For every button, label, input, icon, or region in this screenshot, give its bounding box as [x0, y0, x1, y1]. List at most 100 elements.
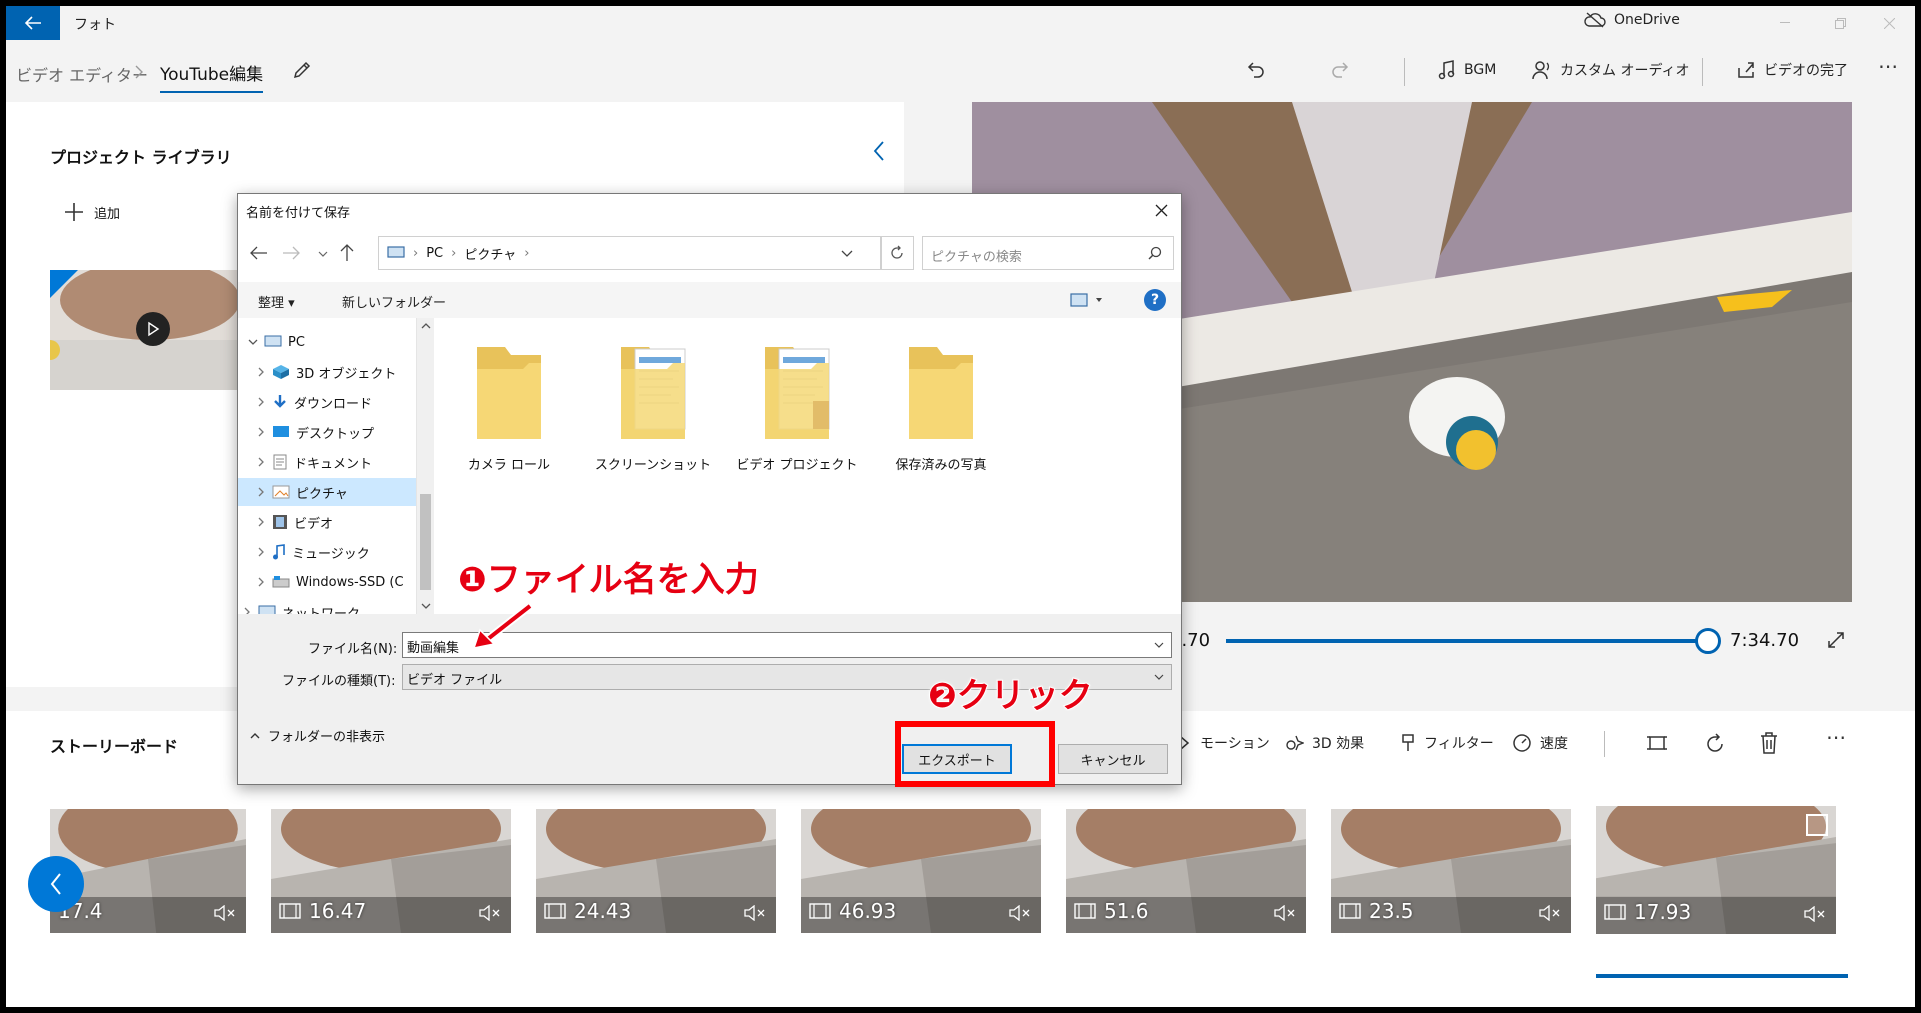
storyboard-clip[interactable]: 16.47 — [271, 809, 511, 933]
rotate-icon[interactable] — [1704, 733, 1726, 755]
muted-speaker-icon[interactable] — [1009, 905, 1031, 921]
chevron-right-icon[interactable] — [256, 367, 266, 377]
filename-dropdown-icon[interactable] — [1154, 642, 1164, 649]
nav-back-icon[interactable] — [250, 246, 268, 260]
chevron-right-icon[interactable] — [256, 547, 266, 557]
storyboard-clip[interactable]: 51.6 — [1066, 809, 1306, 933]
folder-item[interactable]: 保存済みの写真 — [876, 338, 1006, 473]
tree-item[interactable]: ネットワーク — [238, 598, 418, 614]
chevron-right-icon[interactable] — [256, 457, 266, 467]
play-icon[interactable] — [136, 312, 170, 346]
close-window-button[interactable] — [1866, 6, 1912, 40]
pencil-icon[interactable] — [292, 60, 312, 80]
folder-label: カメラ ロール — [467, 458, 551, 473]
storyboard-clip[interactable]: 24.43 — [536, 809, 776, 933]
scroll-up-icon[interactable] — [421, 322, 431, 330]
chevron-down-icon[interactable] — [248, 337, 258, 347]
tree-item[interactable]: ピクチャ — [238, 478, 418, 506]
help-icon[interactable]: ? — [1144, 289, 1166, 311]
chevron-left-icon — [50, 873, 61, 895]
hide-folders-toggle[interactable]: フォルダーの非表示 — [250, 726, 385, 745]
library-clip-thumbnail[interactable] — [50, 270, 240, 390]
up-arrow-icon[interactable] — [340, 244, 354, 262]
search-input[interactable]: ピクチャの検索 — [922, 236, 1174, 270]
storyboard-clip[interactable]: 46.93 — [801, 809, 1041, 933]
refresh-button[interactable] — [880, 236, 914, 270]
chevron-right-icon[interactable] — [256, 517, 266, 527]
tree-scroll-thumb[interactable] — [420, 494, 431, 590]
muted-speaker-icon[interactable] — [744, 905, 766, 921]
tree-item[interactable]: デスクトップ — [238, 418, 418, 446]
organize-button[interactable]: 整理 ▾ — [258, 292, 295, 311]
add-media-button[interactable]: 追加 — [64, 202, 120, 222]
storyboard-clip[interactable]: 23.5 — [1331, 809, 1571, 933]
trash-icon[interactable] — [1760, 732, 1778, 754]
tree-scrollbar[interactable] — [416, 318, 434, 614]
speed-button[interactable]: 速度 — [1512, 733, 1568, 753]
scroll-left-button[interactable] — [28, 856, 84, 912]
nav-forward-icon[interactable] — [282, 246, 300, 260]
network-icon — [258, 605, 276, 614]
tree-item[interactable]: ドキュメント — [238, 448, 418, 476]
chevron-right-icon[interactable] — [242, 607, 252, 614]
new-folder-button[interactable]: 新しいフォルダー — [342, 292, 446, 311]
bgm-button[interactable]: BGM — [1438, 56, 1496, 84]
muted-speaker-icon[interactable] — [1804, 906, 1826, 922]
tree-item[interactable]: ダウンロード — [238, 388, 418, 416]
maximize-button[interactable] — [1817, 6, 1863, 40]
chevron-right-icon[interactable] — [256, 487, 266, 497]
address-bar[interactable]: › PC › ピクチャ › — [378, 236, 882, 270]
project-library-title: プロジェクト ライブラリ — [50, 148, 232, 167]
refresh-icon — [891, 245, 903, 259]
tree-item[interactable]: ミュージック — [238, 538, 418, 566]
folder-item[interactable]: ビデオ プロジェクト — [732, 338, 862, 473]
finish-video-label: ビデオの完了 — [1764, 63, 1848, 79]
cancel-button[interactable]: キャンセル — [1058, 744, 1168, 774]
folder-item[interactable]: スクリーンショット — [588, 338, 718, 473]
dialog-close-button[interactable] — [1146, 198, 1176, 222]
finish-video-button[interactable]: ビデオの完了 — [1736, 56, 1848, 84]
view-options-icon[interactable] — [1070, 293, 1104, 307]
clip-duration: 51.6 — [1104, 899, 1149, 923]
tree-item[interactable]: ビデオ — [238, 508, 418, 536]
resize-crop-icon[interactable] — [1646, 733, 1668, 753]
muted-speaker-icon[interactable] — [214, 905, 236, 921]
storyboard-more-icon[interactable]: ⋯ — [1826, 725, 1846, 749]
documents-icon — [272, 454, 288, 470]
redo-icon[interactable] — [1330, 60, 1350, 80]
path-pictures[interactable]: ピクチャ — [464, 244, 516, 263]
share-export-icon — [1738, 62, 1754, 78]
fullscreen-icon[interactable] — [1826, 630, 1846, 650]
folder-item[interactable]: カメラ ロール — [444, 338, 574, 473]
storyboard-clip[interactable]: 17.93 — [1596, 806, 1836, 934]
chevron-right-icon[interactable] — [256, 577, 266, 587]
undo-icon[interactable] — [1246, 60, 1266, 80]
tree-item[interactable]: Windows-SSD (C — [238, 568, 418, 596]
muted-speaker-icon[interactable] — [1274, 905, 1296, 921]
onedrive-status[interactable]: OneDrive — [1584, 12, 1680, 28]
breadcrumb-video-editor[interactable]: ビデオ エディター — [16, 62, 148, 86]
chevron-right-icon[interactable] — [256, 397, 266, 407]
title-bar: フォト OneDrive — [6, 6, 1915, 40]
chevron-right-icon[interactable] — [256, 427, 266, 437]
motion-button[interactable]: モーション — [1178, 733, 1270, 753]
path-pc[interactable]: PC — [426, 246, 443, 261]
more-options-icon[interactable]: ⋯ — [1878, 54, 1898, 78]
back-button[interactable] — [6, 6, 60, 40]
custom-audio-button[interactable]: カスタム オーディオ — [1532, 56, 1689, 84]
3d-effects-button[interactable]: 3D 効果 — [1284, 733, 1364, 753]
muted-speaker-icon[interactable] — [1539, 905, 1561, 921]
tree-item[interactable]: 3D オブジェクト — [238, 358, 418, 386]
collapse-chevron-icon[interactable] — [872, 140, 886, 162]
minimize-button[interactable] — [1762, 6, 1808, 40]
tree-item[interactable]: PC — [238, 328, 418, 356]
filters-button[interactable]: フィルター — [1400, 733, 1494, 753]
filetype-dropdown-icon[interactable] — [1154, 674, 1164, 681]
scroll-down-icon[interactable] — [421, 602, 431, 610]
address-dropdown-icon[interactable] — [841, 250, 853, 258]
recent-dropdown-icon[interactable] — [318, 250, 328, 258]
seek-bar[interactable] — [1226, 639, 1708, 643]
clip-select-checkbox[interactable] — [1806, 814, 1828, 836]
seek-handle[interactable] — [1695, 628, 1721, 654]
muted-speaker-icon[interactable] — [479, 905, 501, 921]
